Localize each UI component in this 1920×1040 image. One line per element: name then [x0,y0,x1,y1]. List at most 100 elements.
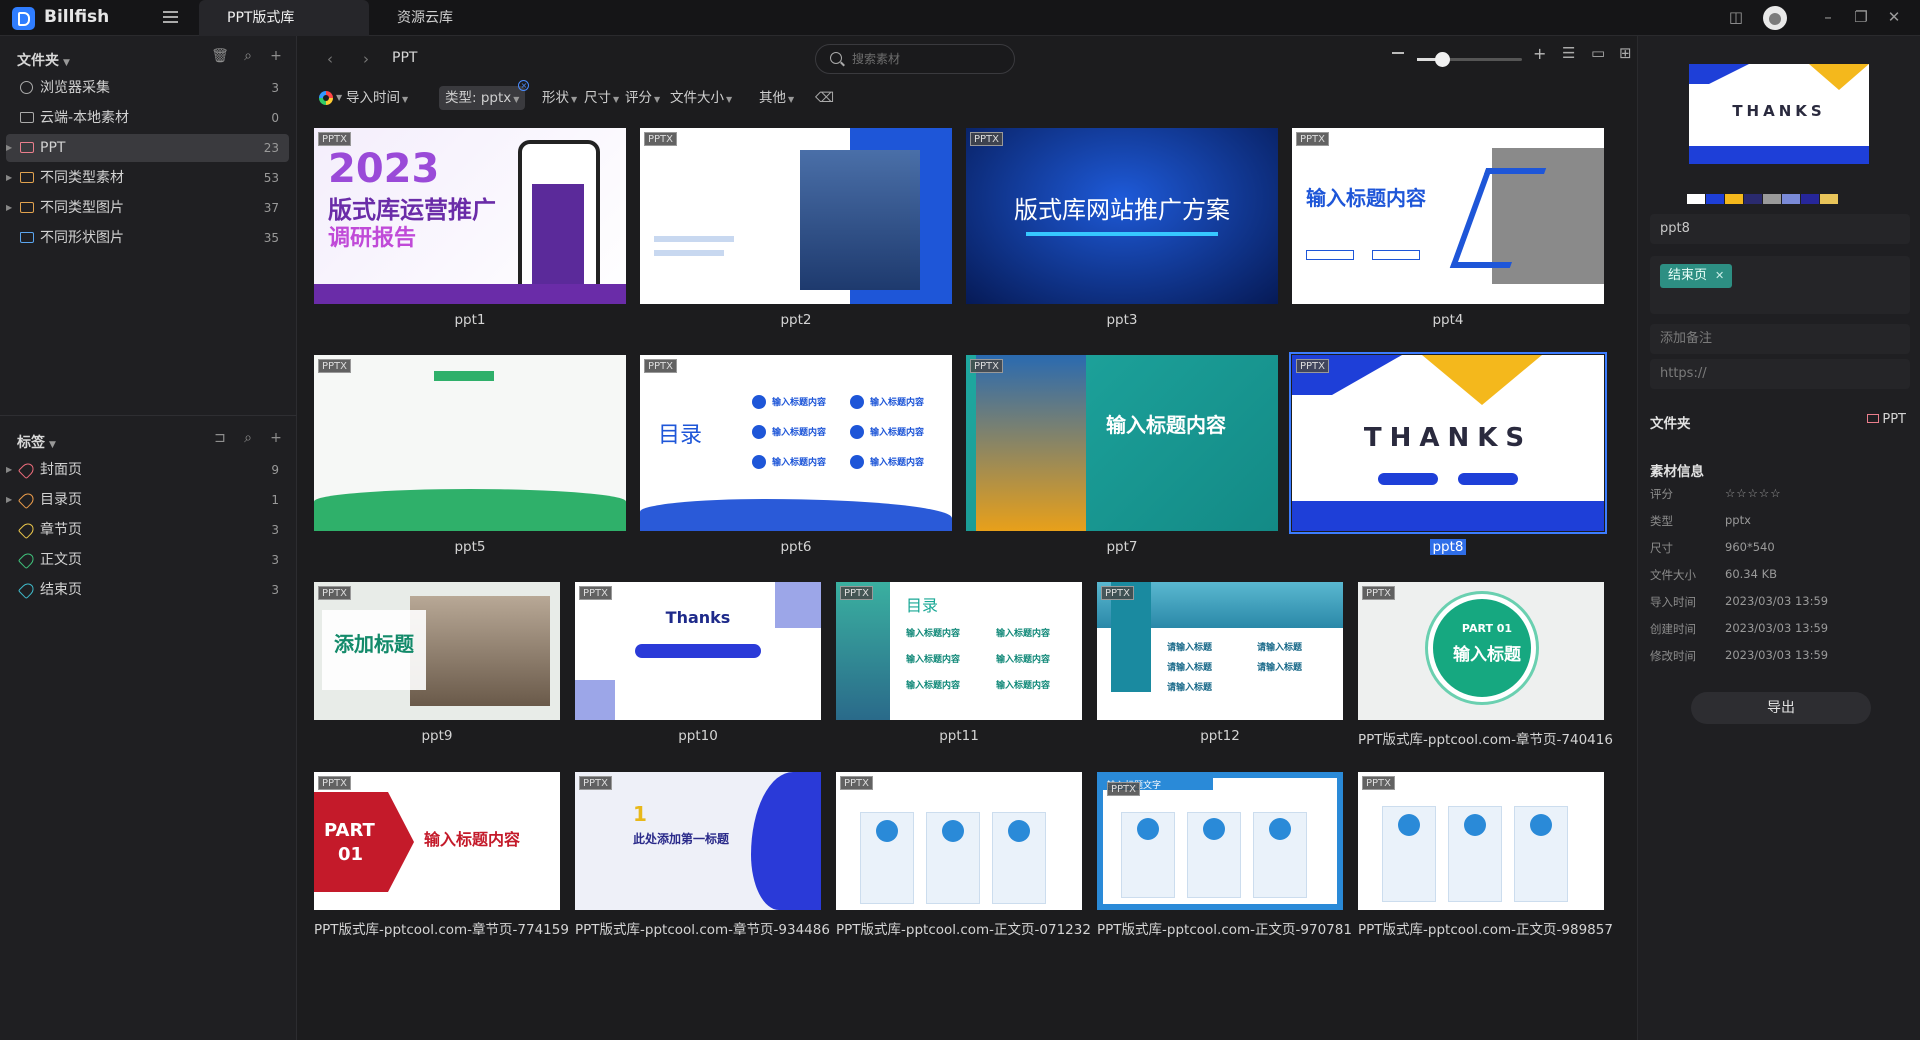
asset-name[interactable]: ppt3 [966,312,1278,328]
url-field[interactable] [1650,359,1910,389]
layout-icon[interactable]: ⊞ [1619,44,1632,62]
view-settings-icon[interactable]: ☰ [1562,44,1575,62]
asset-card[interactable]: Thanks PPTX ppt10 [575,582,821,747]
tags-header[interactable]: 标签 ▼ [17,432,56,452]
close-icon[interactable]: ✕ [1885,8,1903,26]
asset-name[interactable]: ppt12 [1097,728,1343,744]
asset-thumbnail[interactable]: PPTX [836,772,1082,910]
sidebar-item-image-types[interactable]: ▶ 不同类型图片 37 [6,194,289,222]
asset-name[interactable]: ppt10 [575,728,821,744]
asset-card[interactable]: 2023 版式库运营推广 调研报告 PPTX ppt1 [314,128,626,340]
filter-size[interactable]: 尺寸 ▼ [584,86,619,110]
asset-thumbnail[interactable]: Thanks PPTX [575,582,821,720]
asset-thumbnail[interactable]: PPTX [1358,772,1604,910]
bookmark-icon[interactable]: ⊐ [206,430,234,446]
sidebar-toggle-icon[interactable]: ◫ [1727,8,1745,26]
asset-card[interactable]: 目录 输入标题内容 输入标题内容 输入标题内容 输入标题内容 输入标题内容 输入标题内容 PP… [836,582,1082,747]
asset-thumbnail[interactable]: 输入标题内容 PPTX [1292,128,1604,304]
tag-item-section[interactable]: 章节页 3 [6,516,289,544]
asset-name[interactable]: PPT版式库-pptcool.com-章节页-774159 [314,918,569,938]
asset-card[interactable]: PPTX ppt5 [314,355,626,567]
palette-swatch[interactable] [1687,194,1705,204]
info-value[interactable]: ☆☆☆☆☆ [1725,486,1782,500]
sidebar-item-browser-collect[interactable]: 浏览器采集 3 [6,74,289,102]
filter-type[interactable]: 类型: pptx ▼ × [439,80,530,110]
trash-icon[interactable]: 🗑 [206,48,234,64]
asset-name[interactable]: PPT版式库-pptcool.com-章节页-740416 [1358,728,1613,748]
asset-thumbnail[interactable]: 目录 输入标题内容 输入标题内容 输入标题内容 输入标题内容 输入标题内容 输入标题内容 PP… [836,582,1082,720]
asset-card[interactable]: PART 01 输入标题内容 PPTX PPT版式库-pptcool.com-章节页-7… [314,772,569,938]
asset-thumbnail[interactable]: 目录 输入标题内容 输入标题内容 输入标题内容 输入标题内容 输入标题内容 输入标题内容 PP… [640,355,952,531]
palette-swatch[interactable] [1744,194,1762,204]
asset-thumbnail[interactable]: 1 此处添加第一标题 PPTX [575,772,821,910]
tag-item-cover[interactable]: ▶ 封面页 9 [6,456,289,484]
palette-swatch[interactable] [1763,194,1781,204]
remove-tag-icon[interactable]: ✕ [1715,269,1724,282]
filter-file-size[interactable]: 文件大小 ▼ [670,86,732,110]
asset-thumbnail[interactable]: 添加标题 PPTX [314,582,560,720]
asset-name[interactable]: ppt2 [640,312,952,328]
preview-image[interactable]: THANKS [1689,64,1869,164]
name-field[interactable] [1650,214,1910,244]
forward-arrow-icon[interactable]: › [363,50,369,68]
asset-thumbnail[interactable]: THANKS PPTX [1289,352,1607,534]
zoom-minus-icon[interactable] [1392,52,1404,54]
asset-thumbnail[interactable]: 2023 版式库运营推广 调研报告 PPTX [314,128,626,304]
back-arrow-icon[interactable]: ‹ [327,50,333,68]
filter-import-time[interactable]: 导入时间 ▼ [346,86,408,110]
search-input[interactable] [852,50,1002,68]
url-input[interactable] [1660,366,1890,381]
display-icon[interactable]: ▭ [1591,44,1605,62]
tag-item-body[interactable]: 正文页 3 [6,546,289,574]
asset-name[interactable]: ppt7 [966,539,1278,555]
asset-name[interactable]: ppt5 [314,539,626,555]
asset-card[interactable]: PPTX ppt2 [640,128,952,340]
filter-rating[interactable]: 评分 ▼ [625,86,660,110]
search-icon[interactable]: ⌕ [234,430,262,446]
asset-name[interactable]: ppt9 [314,728,560,744]
asset-card[interactable]: THANKS PPTX ppt8 [1289,352,1607,567]
sidebar-item-image-shapes[interactable]: 不同形状图片 35 [6,224,289,252]
asset-card[interactable]: 版式库网站推广方案 PPTX ppt3 [966,128,1278,340]
search-box[interactable] [815,44,1015,74]
name-input[interactable] [1660,221,1890,236]
asset-name[interactable]: PPT版式库-pptcool.com-正文页-970781 [1097,918,1352,938]
asset-card[interactable]: 添加标题 PPTX ppt9 [314,582,560,747]
sidebar-item-cloud-local[interactable]: 云端-本地素材 0 [6,104,289,132]
asset-name[interactable]: ppt4 [1292,312,1604,328]
asset-card[interactable]: 输入标题文字PPTX PPT版式库-pptcool.com-正文页-970781 [1097,772,1352,938]
tag-chip[interactable]: 结束页 ✕ [1660,264,1733,288]
sidebar-item-material-types[interactable]: ▶ 不同类型素材 53 [6,164,289,192]
asset-card[interactable]: PPTX PPT版式库-pptcool.com-正文页-989857 [1358,772,1613,938]
asset-name[interactable]: PPT版式库-pptcool.com-正文页-071232 [836,918,1091,938]
asset-thumbnail[interactable]: PPTX [314,355,626,531]
asset-card[interactable]: 1 此处添加第一标题 PPTX PPT版式库-pptcool.com-章节页-9344… [575,772,830,938]
asset-card[interactable]: 输入标题内容 PPTX ppt7 [966,355,1278,567]
expand-arrow-icon[interactable]: ▶ [6,456,16,484]
filter-shape[interactable]: 形状 ▼ [542,86,577,110]
palette-swatch[interactable] [1725,194,1743,204]
asset-thumbnail[interactable]: 输入标题文字PPTX [1097,772,1343,910]
clear-filters-icon[interactable]: ⌫ [815,86,834,110]
expand-arrow-icon[interactable]: ▶ [6,486,16,514]
add-icon[interactable]: + [262,48,290,64]
menu-icon[interactable] [163,11,178,23]
palette-swatch[interactable] [1706,194,1724,204]
sidebar-item-ppt[interactable]: ▶ PPT 23 [6,134,289,162]
note-field[interactable] [1650,324,1910,354]
add-icon[interactable]: + [262,430,290,446]
tab-resource-cloud[interactable]: 资源云库 [369,0,509,36]
asset-card[interactable]: PART 01 输入标题 PPTX PPT版式库-pptcool.com-章节页-74… [1358,582,1613,748]
note-input[interactable] [1660,331,1890,346]
expand-arrow-icon[interactable]: ▶ [6,194,16,222]
palette-swatch[interactable] [1782,194,1800,204]
asset-card[interactable]: PPTX PPT版式库-pptcool.com-正文页-071232 [836,772,1091,938]
zoom-slider-knob[interactable] [1435,52,1450,67]
asset-thumbnail[interactable]: 输入标题内容 PPTX [966,355,1278,531]
folders-header[interactable]: 文件夹 ▼ [17,50,70,70]
asset-name[interactable]: ppt6 [640,539,952,555]
clear-filter-icon[interactable]: × [518,80,530,91]
palette-swatch[interactable] [1820,194,1838,204]
asset-name[interactable]: PPT版式库-pptcool.com-章节页-934486 [575,918,830,938]
asset-name[interactable]: ppt8 [1292,539,1604,555]
